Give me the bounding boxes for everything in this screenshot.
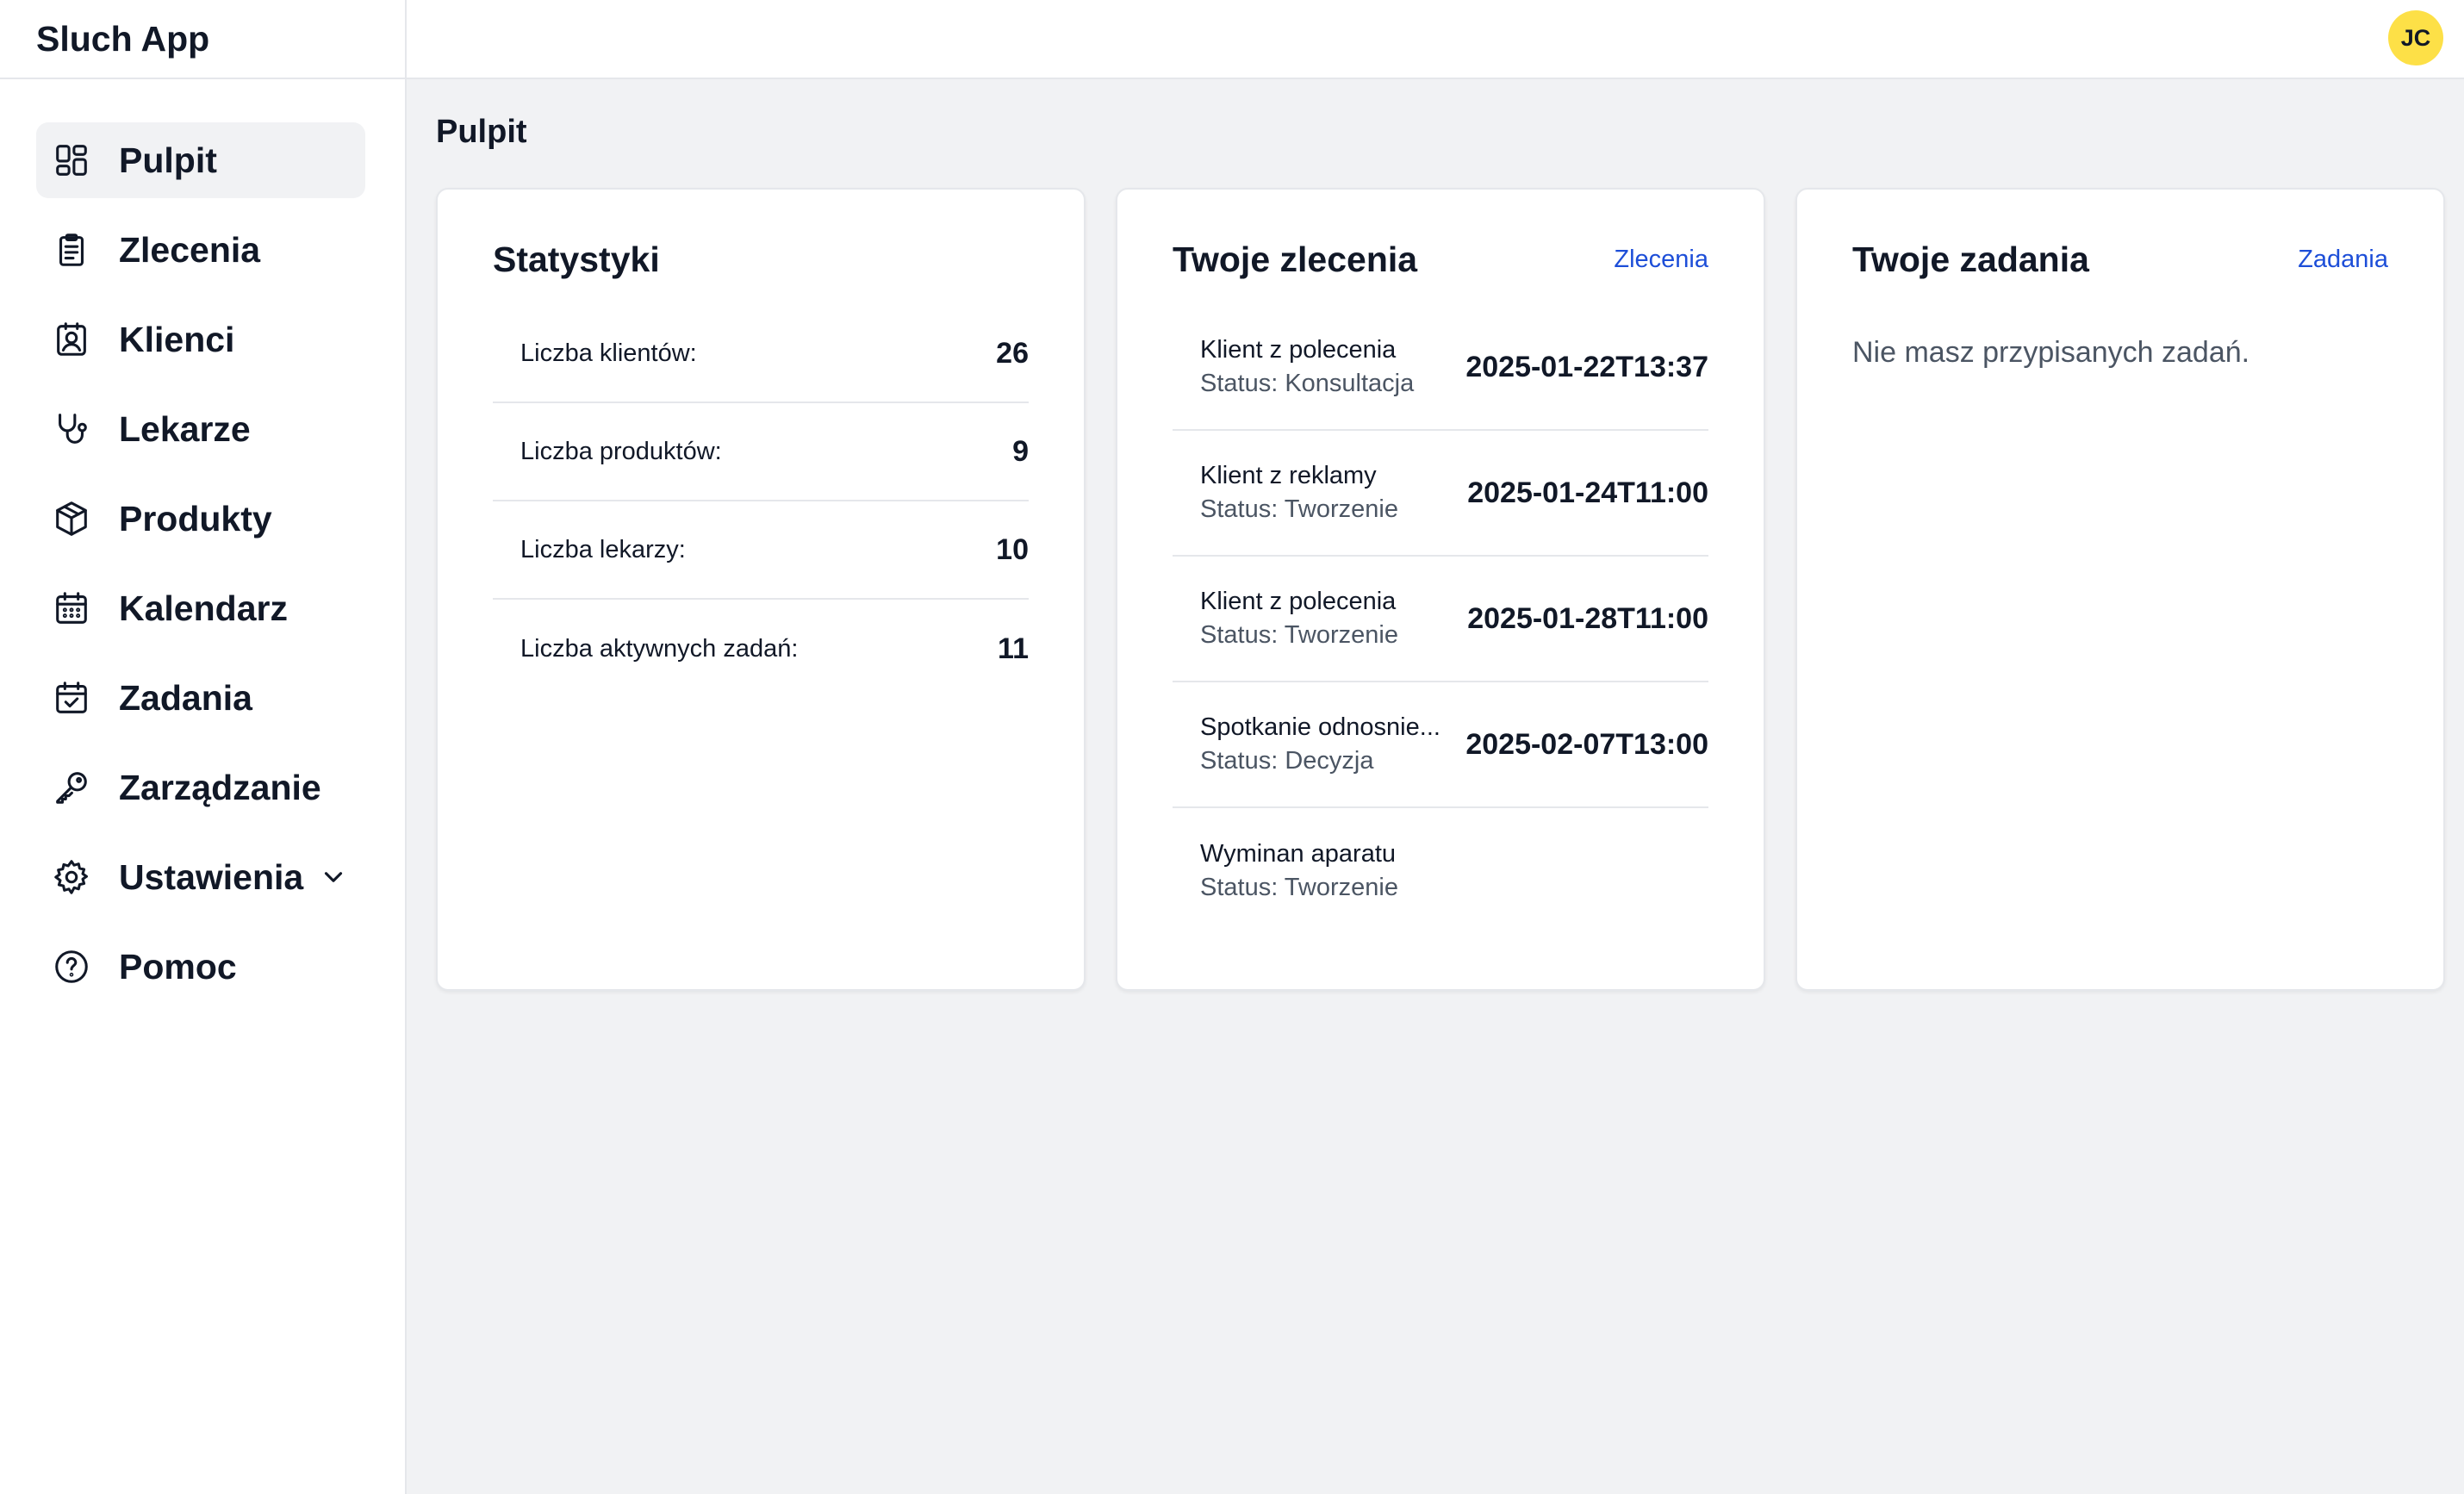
card-title: Twoje zadania <box>1852 240 2089 279</box>
order-date: 2025-01-22T13:37 <box>1465 350 1708 383</box>
list-item[interactable]: Klient z polecenia Status: Tworzenie 202… <box>1173 557 1708 682</box>
list-item: Liczba aktywnych zadań: 11 <box>493 600 1029 698</box>
tasks-link[interactable]: Zadania <box>2298 246 2388 274</box>
list-item: Liczba klientów: 26 <box>493 305 1029 403</box>
sidebar-item-label: Klienci <box>119 319 235 359</box>
stats-list: Liczba klientów: 26 Liczba produktów: 9 … <box>493 305 1029 698</box>
stat-label: Liczba klientów: <box>520 339 697 367</box>
page-title: Pulpit <box>436 114 527 150</box>
sidebar-item-label: Ustawienia <box>119 856 304 897</box>
card-title: Statystyki <box>493 240 660 279</box>
order-status: Status: Konsultacja <box>1200 370 1415 397</box>
cube-icon <box>52 499 91 538</box>
stats-card: Statystyki Liczba klientów: 26 Liczba pr… <box>436 188 1086 991</box>
avatar[interactable]: JC <box>2388 10 2443 65</box>
order-name: Klient z polecenia <box>1200 588 1397 615</box>
dashboard-icon <box>52 140 91 180</box>
card-title: Twoje zlecenia <box>1173 240 1418 279</box>
stethoscope-icon <box>52 409 91 449</box>
top-bar: JC <box>407 0 2464 79</box>
order-status: Status: Tworzenie <box>1200 495 1398 523</box>
stat-label: Liczba lekarzy: <box>520 535 686 563</box>
calendar-check-icon <box>52 678 91 718</box>
order-name: Klient z reklamy <box>1200 462 1377 489</box>
help-icon <box>52 947 91 987</box>
empty-state-message: Nie masz przypisanych zadań. <box>1852 336 2250 369</box>
stat-label: Liczba aktywnych zadań: <box>520 634 799 663</box>
sidebar-item-pomoc[interactable]: Pomoc <box>36 929 365 1005</box>
contact-icon <box>52 320 91 359</box>
app-title: Sluch App <box>0 0 405 79</box>
calendar-icon <box>52 588 91 628</box>
order-name: Wyminan aparatu <box>1200 840 1397 868</box>
key-icon <box>52 768 91 807</box>
sidebar-item-zarzadzanie[interactable]: Zarządzanie <box>36 750 365 825</box>
list-item: Liczba produktów: 9 <box>493 403 1029 501</box>
clipboard-icon <box>52 230 91 270</box>
stat-label: Liczba produktów: <box>520 437 722 465</box>
orders-card: Twoje zlecenia Zlecenia Klient z polecen… <box>1116 188 1765 991</box>
sidebar-item-pulpit[interactable]: Pulpit <box>36 122 365 198</box>
tasks-card: Twoje zadania Zadania Nie masz przypisan… <box>1795 188 2445 991</box>
sidebar-item-label: Kalendarz <box>119 588 288 628</box>
sidebar-item-produkty[interactable]: Produkty <box>36 481 365 557</box>
list-item[interactable]: Klient z reklamy Status: Tworzenie 2025-… <box>1173 431 1708 557</box>
sidebar: Sluch App Pulpit Zlecenia Klienci Lekarz… <box>0 0 407 1494</box>
sidebar-item-label: Zlecenia <box>119 229 261 270</box>
sidebar-item-label: Pomoc <box>119 946 237 987</box>
sidebar-item-ustawienia[interactable]: Ustawienia <box>36 839 365 915</box>
sidebar-item-lekarze[interactable]: Lekarze <box>36 391 365 467</box>
stat-value: 10 <box>996 532 1029 566</box>
stat-value: 11 <box>998 632 1029 665</box>
list-item: Liczba lekarzy: 10 <box>493 501 1029 600</box>
sidebar-item-zlecenia[interactable]: Zlecenia <box>36 212 365 288</box>
order-status: Status: Decyzja <box>1200 747 1374 775</box>
orders-link[interactable]: Zlecenia <box>1614 246 1708 274</box>
sidebar-item-zadania[interactable]: Zadania <box>36 660 365 736</box>
sidebar-item-kalendarz[interactable]: Kalendarz <box>36 570 365 646</box>
order-status: Status: Tworzenie <box>1200 874 1398 901</box>
sidebar-nav: Pulpit Zlecenia Klienci Lekarze Produkty <box>0 79 405 1005</box>
list-item[interactable]: Klient z polecenia Status: Konsultacja 2… <box>1173 305 1708 431</box>
sidebar-item-label: Produkty <box>119 498 272 538</box>
list-item[interactable]: Spotkanie odnosnie... Status: Decyzja 20… <box>1173 682 1708 808</box>
sidebar-item-label: Zadania <box>119 677 252 718</box>
list-item[interactable]: Wyminan aparatu Status: Tworzenie <box>1173 808 1708 934</box>
sidebar-item-label: Lekarze <box>119 408 251 449</box>
sidebar-item-label: Zarządzanie <box>119 767 321 807</box>
order-name: Klient z polecenia <box>1200 336 1397 364</box>
chevron-down-icon[interactable] <box>319 862 348 892</box>
order-date: 2025-01-24T11:00 <box>1467 476 1708 509</box>
order-date: 2025-01-28T11:00 <box>1467 601 1708 635</box>
order-status: Status: Tworzenie <box>1200 621 1398 649</box>
gear-icon <box>52 857 91 897</box>
order-date: 2025-02-07T13:00 <box>1465 727 1708 761</box>
order-name: Spotkanie odnosnie... <box>1200 713 1440 741</box>
sidebar-item-label: Pulpit <box>119 140 217 180</box>
stat-value: 26 <box>996 336 1029 370</box>
orders-list: Klient z polecenia Status: Konsultacja 2… <box>1173 305 1708 934</box>
sidebar-item-klienci[interactable]: Klienci <box>36 302 365 377</box>
stat-value: 9 <box>1012 434 1029 468</box>
